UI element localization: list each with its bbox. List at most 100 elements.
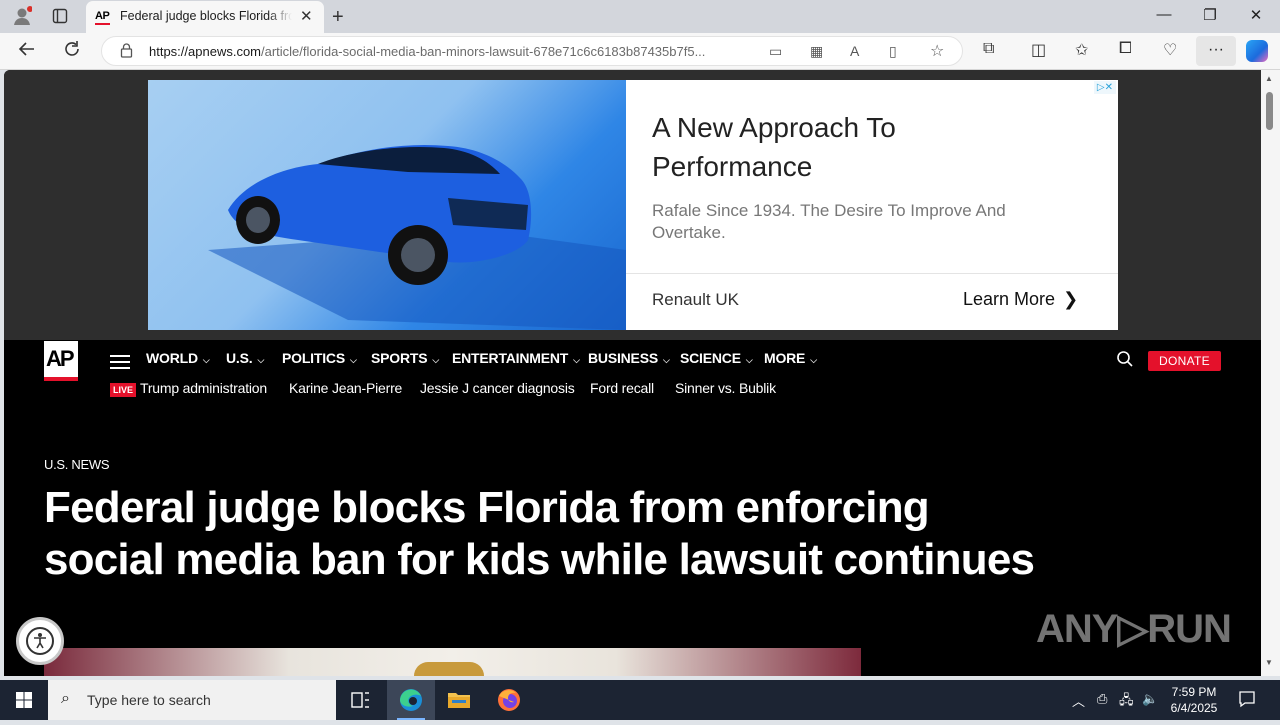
back-icon[interactable] xyxy=(18,40,36,63)
nav-world[interactable]: WORLD ⌵ xyxy=(146,350,210,366)
browser-toolbar: https://apnews.com/article/florida-socia… xyxy=(0,33,1280,70)
ad-car-image[interactable] xyxy=(148,80,626,330)
nav-business[interactable]: BUSINESS ⌵ xyxy=(588,350,670,366)
url-path: /article/florida-social-media-ban-minors… xyxy=(261,44,706,59)
system-clock[interactable]: 7:59 PM 6/4/2025 xyxy=(1164,684,1224,716)
ad-cta-label: Learn More xyxy=(963,289,1056,309)
favorites-icon[interactable]: ✩ xyxy=(1075,40,1088,60)
chevron-down-icon: ⌵ xyxy=(573,355,580,365)
url-text[interactable]: https://apnews.com/article/florida-socia… xyxy=(149,44,759,59)
advertisement[interactable]: ▷✕ A New Approach To Performance Rafale … xyxy=(148,80,1118,330)
settings-more-icon[interactable]: ··· xyxy=(1196,36,1236,66)
nav-label: WORLD xyxy=(146,350,198,366)
donate-button[interactable]: DONATE xyxy=(1148,351,1221,371)
chevron-down-icon: ⌵ xyxy=(349,355,357,365)
ad-learn-more-button[interactable]: Learn More ❯ xyxy=(963,289,1078,310)
tab-actions-icon[interactable] xyxy=(52,8,68,24)
ap-logo[interactable]: AP xyxy=(44,341,78,381)
chevron-down-icon: ⌵ xyxy=(662,355,670,365)
extensions-icon[interactable]: ⧉ xyxy=(983,40,994,58)
trending-link[interactable]: Trump administration xyxy=(140,380,267,396)
clock-time: 7:59 PM xyxy=(1171,685,1217,699)
search-icon[interactable] xyxy=(1116,350,1134,368)
hamburger-menu-icon[interactable] xyxy=(110,355,130,369)
nav-science[interactable]: SCIENCE ⌵ xyxy=(680,350,753,366)
nav-entertainment[interactable]: ENTERTAINMENT ⌵ xyxy=(452,350,580,366)
scroll-down-icon[interactable]: ▼ xyxy=(1265,658,1273,667)
section-label[interactable]: U.S. NEWS xyxy=(44,457,110,472)
close-window-button[interactable]: ✕ xyxy=(1233,6,1279,24)
url-host: https://apnews.com xyxy=(149,44,261,59)
lock-icon[interactable] xyxy=(120,43,133,61)
trending-link[interactable]: Karine Jean-Pierre xyxy=(289,380,402,396)
article-headline: Federal judge blocks Florida from enforc… xyxy=(44,483,1035,584)
ad-container: ▷✕ A New Approach To Performance Rafale … xyxy=(4,70,1261,340)
anyrun-watermark: ANY▷RUN xyxy=(1036,607,1232,651)
logo-text: AP xyxy=(46,346,75,371)
trending-link[interactable]: Ford recall xyxy=(590,380,654,396)
chevron-right-icon: ❯ xyxy=(1063,289,1079,309)
page-scrollbar[interactable]: ▲ ▼ xyxy=(1261,70,1280,676)
firefox-icon[interactable] xyxy=(485,680,533,720)
network-icon[interactable]: 🖧 xyxy=(1119,691,1134,713)
trending-link[interactable]: Jessie J cancer diagnosis xyxy=(420,380,575,396)
task-view-icon[interactable] xyxy=(336,680,384,720)
notification-icon[interactable] xyxy=(1238,690,1256,708)
refresh-icon[interactable] xyxy=(63,40,81,63)
immersive-reader-icon[interactable]: ▯ xyxy=(889,43,897,60)
favorite-star-icon[interactable]: ☆ xyxy=(930,41,944,61)
volume-icon[interactable]: 🔈 xyxy=(1142,691,1158,707)
nav-label: BUSINESS xyxy=(588,350,658,366)
windows-start-icon[interactable] xyxy=(0,680,48,720)
restore-button[interactable]: ❐ xyxy=(1187,6,1233,24)
chevron-up-icon[interactable]: ︿ xyxy=(1072,691,1085,710)
chevron-down-icon: ⌵ xyxy=(202,355,210,365)
trending-link[interactable]: Sinner vs. Bublik xyxy=(675,380,776,396)
taskbar-search-box[interactable]: ⌕ Type here to search xyxy=(48,680,336,720)
browser-tab-bar: AP Federal judge blocks Florida from enf… xyxy=(0,0,1280,33)
clock-date: 6/4/2025 xyxy=(1170,701,1218,715)
collections-icon[interactable]: ⧠ xyxy=(1119,40,1132,58)
accessibility-icon[interactable] xyxy=(16,617,64,665)
scroll-up-icon[interactable]: ▲ xyxy=(1265,74,1273,83)
ad-headline[interactable]: A New Approach To Performance xyxy=(652,108,1032,186)
apps-icon[interactable]: ▦ xyxy=(810,43,823,60)
nav-label: U.S. xyxy=(226,350,253,366)
ad-divider xyxy=(626,273,1118,274)
nav-politics[interactable]: POLITICS ⌵ xyxy=(282,350,357,366)
new-tab-icon[interactable]: + xyxy=(332,6,344,29)
chevron-down-icon: ⌵ xyxy=(432,355,439,365)
scrollbar-thumb[interactable] xyxy=(1266,92,1273,130)
site-header: AP WORLD ⌵ U.S. ⌵ POLITICS ⌵ SPORTS ⌵ ENTERT… xyxy=(4,340,1261,410)
windows-taskbar: ⌕ Type here to search ︿ ⎙ 🖧 🔈 7:59 PM 6/… xyxy=(0,680,1280,720)
nav-label: SCIENCE xyxy=(680,350,741,366)
chevron-down-icon: ⌵ xyxy=(810,355,817,365)
nav-us[interactable]: U.S. ⌵ xyxy=(226,350,264,366)
reader-icon[interactable]: ▭ xyxy=(769,43,782,60)
edge-icon[interactable] xyxy=(387,680,435,720)
browser-essentials-icon[interactable]: ♡ xyxy=(1163,40,1177,60)
chevron-down-icon: ⌵ xyxy=(257,355,265,365)
nav-label: POLITICS xyxy=(282,350,345,366)
address-bar[interactable]: https://apnews.com/article/florida-socia… xyxy=(101,36,963,66)
tab-favicon: AP xyxy=(95,10,111,25)
copilot-icon[interactable] xyxy=(1246,40,1268,62)
chevron-down-icon: ⌵ xyxy=(745,355,753,365)
meet-now-icon[interactable]: ⎙ xyxy=(1097,691,1107,707)
minimize-button[interactable]: — xyxy=(1141,6,1187,23)
profile-icon[interactable] xyxy=(12,6,33,26)
nav-sports[interactable]: SPORTS ⌵ xyxy=(371,350,439,366)
nav-label: SPORTS xyxy=(371,350,428,366)
close-tab-icon[interactable]: ✕ xyxy=(300,7,313,25)
article-hero: U.S. NEWS Federal judge blocks Florida f… xyxy=(4,410,1261,676)
ad-choices-icon[interactable]: ▷✕ xyxy=(1093,81,1116,94)
file-explorer-icon[interactable] xyxy=(435,680,483,720)
article-lead-image xyxy=(44,648,861,676)
taskbar-search-placeholder: Type here to search xyxy=(87,692,211,708)
active-tab[interactable]: AP Federal judge blocks Florida from enf… xyxy=(86,1,324,33)
nav-more[interactable]: MORE ⌵ xyxy=(764,350,817,366)
split-screen-icon[interactable]: ◫ xyxy=(1031,40,1046,60)
read-aloud-icon[interactable]: A xyxy=(850,43,859,59)
tab-title: Federal judge blocks Florida from enforc… xyxy=(120,9,292,23)
ad-brand: Renault UK xyxy=(652,290,739,309)
